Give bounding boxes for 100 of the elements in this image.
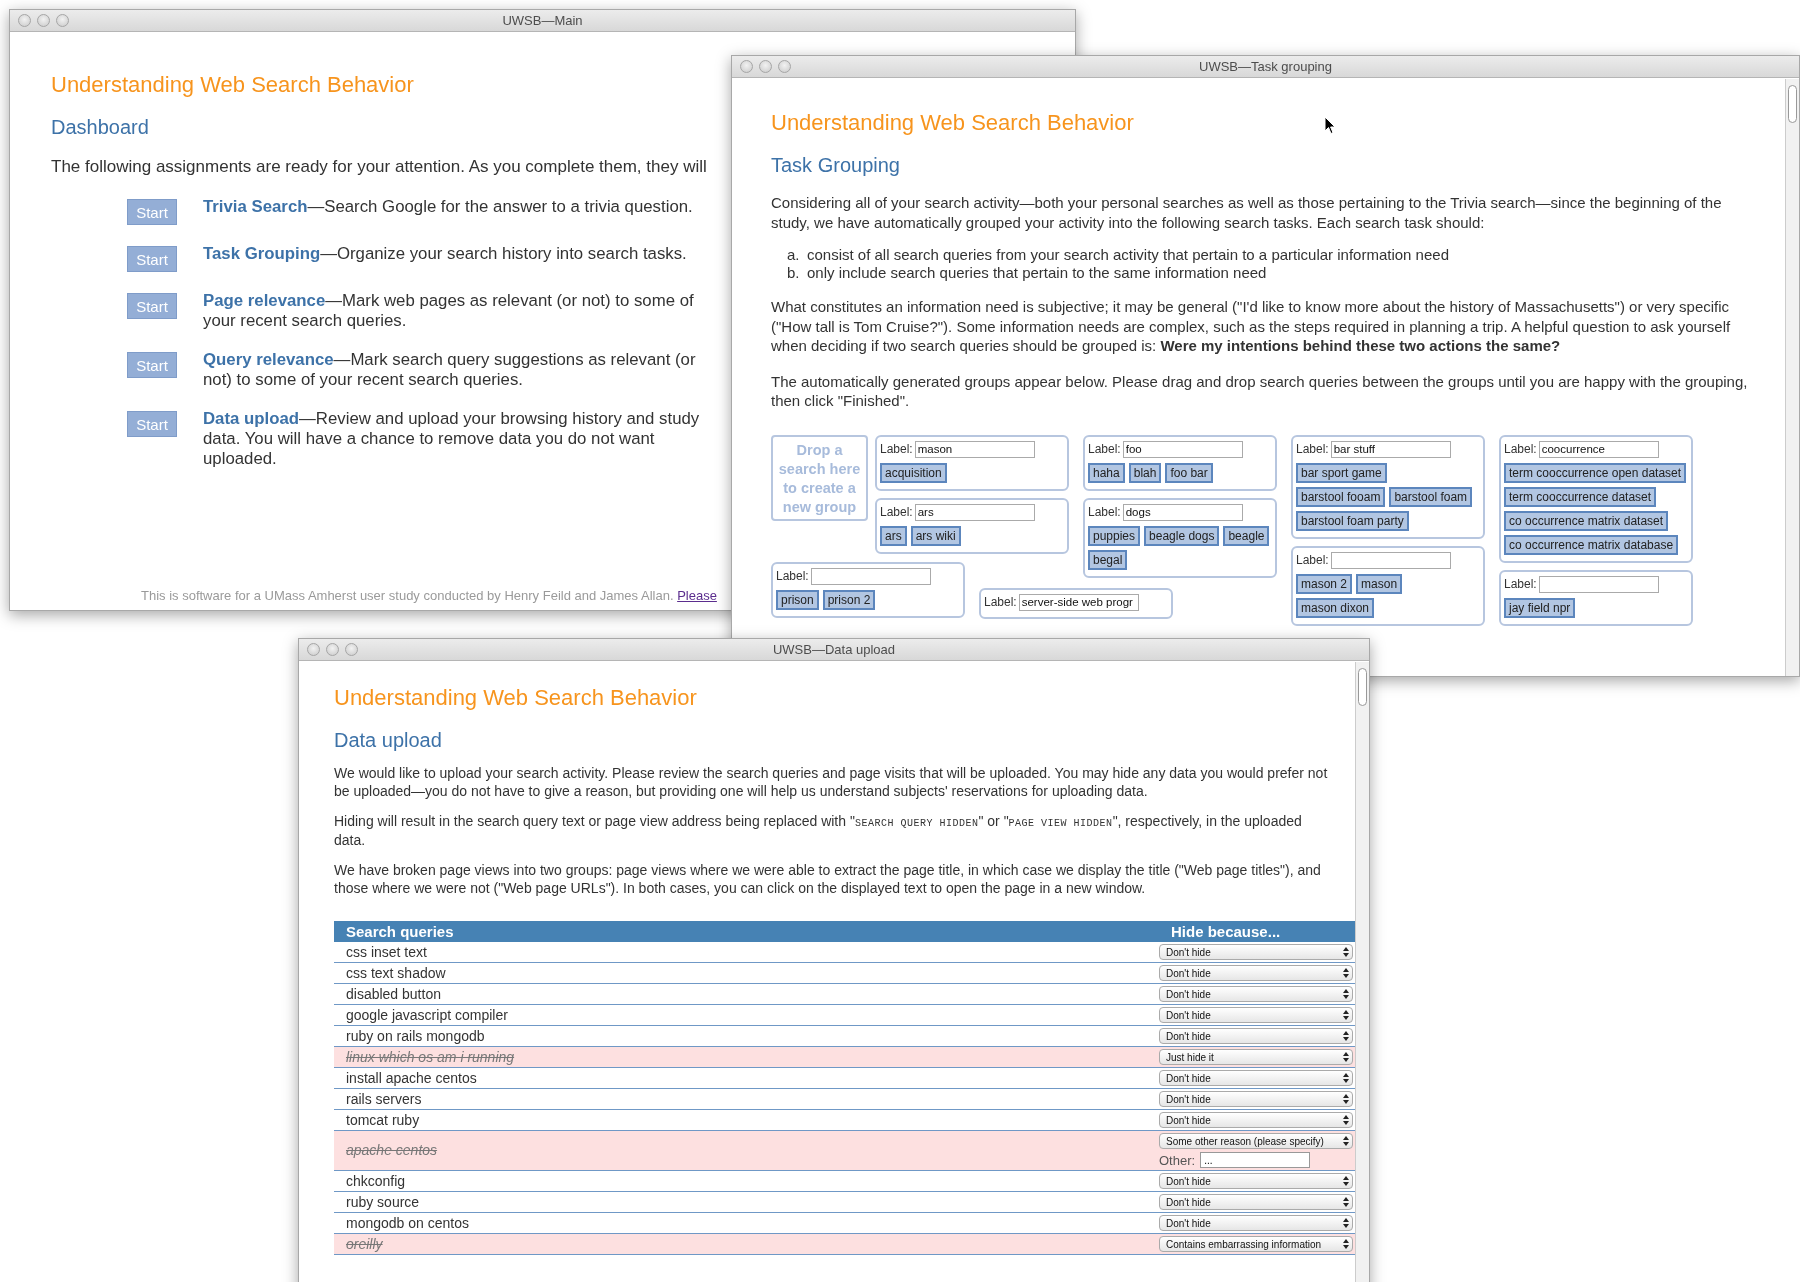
assignment-link[interactable]: Trivia Search (203, 197, 308, 216)
label-field[interactable]: coocurrence (1538, 440, 1659, 458)
query-chip[interactable]: foo bar (1165, 462, 1213, 483)
reason-dropdown[interactable]: Don't hide (1159, 986, 1353, 1003)
query-chip[interactable]: bar sport game (1296, 462, 1387, 483)
query-cell-text: disabled button (345, 985, 442, 1003)
query-chip[interactable]: term cooccurrence dataset (1504, 486, 1657, 507)
page-heading: Dashboard (51, 116, 149, 139)
query-cell-text: ruby source (345, 1193, 421, 1211)
query-chip[interactable]: beagle (1223, 525, 1270, 546)
query-chip[interactable]: jay field npr (1504, 597, 1576, 618)
column-header: Search queries (345, 923, 455, 941)
label-caption: Label: (1088, 505, 1121, 519)
updown-arrows-icon (1343, 1176, 1349, 1187)
query-cell-text: linux which os am i running (345, 1048, 516, 1066)
query-chip[interactable]: prison 2 (822, 589, 876, 610)
label-caption: Label: (1296, 553, 1329, 567)
label-field[interactable]: bar stuff (1330, 440, 1451, 458)
label-caption: Label: (1504, 442, 1537, 456)
query-chip[interactable]: ars (880, 525, 907, 546)
assignment-link[interactable]: Page relevance (203, 291, 326, 310)
reason-dropdown[interactable]: Don't hide (1159, 1070, 1353, 1087)
updown-arrows-icon (1343, 989, 1349, 1000)
reason-dropdown[interactable]: Don't hide (1159, 1112, 1353, 1129)
query-cell-text: chkconfig (345, 1172, 407, 1190)
label-field[interactable]: mason (914, 440, 1035, 458)
reason-dropdown[interactable]: Don't hide (1159, 1173, 1353, 1190)
query-chip[interactable]: barstool foam (1389, 486, 1473, 507)
query-cell-text: apache centos (345, 1142, 439, 1160)
label-caption: Label: (776, 569, 809, 583)
query-chip[interactable]: co occurrence matrix database (1504, 534, 1679, 555)
assignment-link[interactable]: Task Grouping (203, 244, 321, 263)
query-chip[interactable]: blah (1128, 462, 1162, 483)
label-field[interactable]: server-side web progr (1018, 593, 1139, 611)
query-chip[interactable]: puppies (1088, 525, 1141, 546)
reason-dropdown[interactable]: Some other reason (please specify) (1159, 1133, 1353, 1150)
window-button[interactable] (18, 14, 31, 27)
query-cell-text: oreilly (345, 1235, 384, 1253)
window-button[interactable] (307, 643, 320, 656)
body-text: We have broken page views into two groups: page views where we were able to extract the page title, in which case we display the title ("Web page titles"), and those where we were not ("Web page URLs"). In both cases, you can click on the displayed text to open the page in a new window. (334, 860, 1322, 898)
window-button[interactable] (778, 60, 791, 73)
assignment-description: Data upload—Review and upload your browsing history and study data. You will have a chance to remove data you do not want uploaded. (203, 409, 701, 469)
label-field[interactable] (810, 567, 931, 585)
reason-dropdown[interactable]: Don't hide (1159, 965, 1353, 982)
reason-dropdown[interactable]: Don't hide (1159, 1215, 1353, 1232)
assignment-link[interactable]: Query relevance (203, 350, 334, 369)
assignment-description: Query relevance—Mark search query suggestions as relevant (or not) to some of your recent search queries. (203, 350, 697, 390)
query-chip[interactable]: mason dixon (1296, 597, 1375, 618)
updown-arrows-icon (1343, 1115, 1349, 1126)
updown-arrows-icon (1343, 1239, 1349, 1250)
query-cell-text: ruby on rails mongodb (345, 1027, 486, 1045)
list-item: b. only include search queries that pertain to the same information need (787, 264, 1268, 281)
list-item: a. consist of all search queries from your search activity that pertain to a particular information need (787, 246, 1450, 263)
updown-arrows-icon (1343, 1073, 1349, 1084)
assignment-description: Task Grouping—Organize your search history into search tasks. (203, 244, 688, 264)
vertical-scrollbar[interactable] (1785, 79, 1799, 676)
updown-arrows-icon (1343, 968, 1349, 979)
query-chip[interactable]: acquisition (880, 462, 947, 483)
query-chip[interactable]: barstool fooam (1296, 486, 1386, 507)
window-button[interactable] (326, 643, 339, 656)
window-button[interactable] (56, 14, 69, 27)
query-chip[interactable]: haha (1088, 462, 1125, 483)
query-chip[interactable]: mason 2 (1296, 573, 1353, 594)
query-chip[interactable]: mason (1356, 573, 1403, 594)
query-chip[interactable]: prison (776, 589, 819, 610)
label-caption: Label: (880, 442, 913, 456)
label-field[interactable]: foo (1122, 440, 1243, 458)
label-field[interactable]: ars (914, 503, 1035, 521)
reason-dropdown[interactable]: Contains embarrassing information (1159, 1236, 1353, 1253)
label-caption: Label: (880, 505, 913, 519)
page-heading: Data upload (334, 729, 442, 752)
updown-arrows-icon (1343, 947, 1349, 958)
window-button[interactable] (345, 643, 358, 656)
reason-dropdown[interactable]: Just hide it (1159, 1049, 1353, 1066)
window-button[interactable] (740, 60, 753, 73)
vertical-scrollbar[interactable] (1355, 662, 1369, 1282)
intro-text: The following assignments are ready for your attention. As you complete them, they will (51, 157, 707, 177)
reason-dropdown[interactable]: Don't hide (1159, 1007, 1353, 1024)
reason-dropdown[interactable]: Don't hide (1159, 1028, 1353, 1045)
other-reason-field[interactable]: ... (1200, 1152, 1311, 1169)
query-chip[interactable]: barstool foam party (1296, 510, 1409, 531)
label-field[interactable] (1538, 575, 1659, 593)
query-chip[interactable]: ars wiki (910, 525, 961, 546)
window-button[interactable] (759, 60, 772, 73)
footer-link[interactable]: Please (677, 588, 717, 603)
window-button[interactable] (37, 14, 50, 27)
query-cell-text: tomcat ruby (345, 1111, 421, 1129)
query-chip[interactable]: begal (1088, 549, 1128, 570)
assignment-link[interactable]: Data upload (203, 409, 300, 428)
label-field[interactable] (1330, 551, 1451, 569)
query-cell-text: install apache centos (345, 1069, 478, 1087)
query-chip[interactable]: co occurrence matrix dataset (1504, 510, 1669, 531)
reason-dropdown[interactable]: Don't hide (1159, 1091, 1353, 1108)
column-header: Hide because... (1170, 923, 1282, 941)
reason-dropdown[interactable]: Don't hide (1159, 944, 1353, 961)
query-chip[interactable]: term cooccurrence open dataset (1504, 462, 1687, 483)
label-caption: Label: (1296, 442, 1329, 456)
reason-dropdown[interactable]: Don't hide (1159, 1194, 1353, 1211)
query-chip[interactable]: beagle dogs (1144, 525, 1220, 546)
label-field[interactable]: dogs (1122, 503, 1243, 521)
